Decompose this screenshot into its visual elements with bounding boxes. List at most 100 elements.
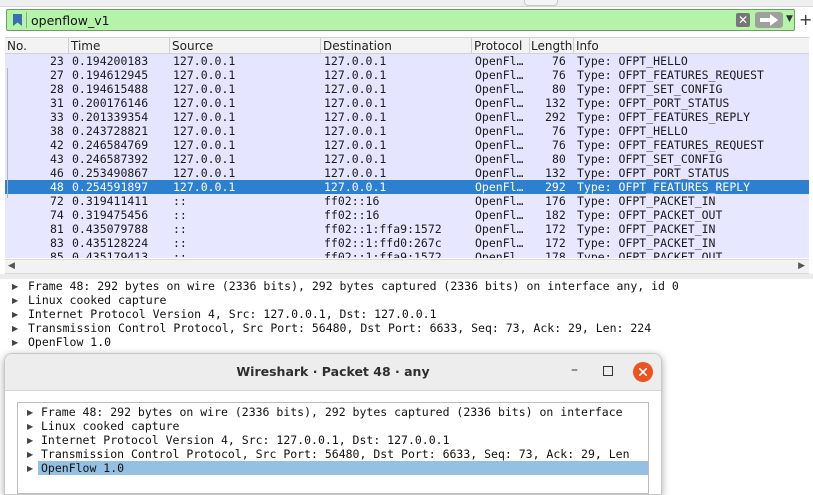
cell-no: 28 (50, 82, 64, 96)
cell-time: 0.435179413 (72, 250, 149, 258)
cell-destination: 127.0.0.1 (324, 96, 387, 110)
packet-details-pane[interactable]: ▶ Frame 48: 292 bytes on wire (2336 bits… (0, 279, 813, 349)
detail-line: Internet Protocol Version 4, Src: 127.0.… (28, 307, 437, 321)
cell-length: 182 (545, 208, 566, 222)
detail-tree-item[interactable]: ▶ Linux cooked capture (18, 419, 648, 433)
expand-arrow-icon[interactable]: ▶ (27, 464, 33, 473)
column-time[interactable]: Time (71, 39, 100, 53)
column-separator[interactable] (320, 38, 321, 53)
expand-arrow-icon[interactable]: ▶ (12, 324, 18, 333)
column-separator[interactable] (471, 38, 472, 53)
packet-row[interactable]: 23 0.194200183 127.0.0.1 127.0.0.1 OpenF… (5, 54, 809, 68)
cell-protocol: OpenFl… (475, 82, 524, 96)
clear-filter-icon[interactable]: ✕ (736, 13, 750, 27)
display-filter-bar[interactable]: openflow_v1 ✕ ▼ (6, 9, 795, 31)
expand-arrow-icon[interactable]: ▶ (12, 296, 18, 305)
packet-row[interactable]: 42 0.246584769 127.0.0.1 127.0.0.1 OpenF… (5, 138, 809, 152)
detail-tree-item[interactable]: ▶ Frame 48: 292 bytes on wire (2336 bits… (18, 405, 648, 419)
column-destination[interactable]: Destination (323, 39, 392, 53)
expand-arrow-icon[interactable]: ▶ (27, 408, 33, 417)
close-window-button[interactable] (633, 362, 653, 382)
packet-row[interactable]: 28 0.194615488 127.0.0.1 127.0.0.1 OpenF… (5, 82, 809, 96)
cell-time: 0.319411411 (72, 194, 149, 208)
column-separator[interactable] (529, 38, 530, 53)
expand-arrow-icon[interactable]: ▶ (12, 338, 18, 347)
expand-arrow-icon[interactable]: ▶ (12, 282, 18, 291)
add-filter-button-icon[interactable]: + (799, 10, 812, 29)
cell-info: Type: OFPT_PORT_STATUS (577, 166, 730, 180)
detail-line: Linux cooked capture (28, 293, 167, 307)
expand-arrow-icon[interactable]: ▶ (27, 436, 33, 445)
detail-tree-item-selected[interactable]: ▶ OpenFlow 1.0 (18, 461, 648, 475)
column-separator[interactable] (573, 38, 574, 53)
cell-time: 0.435079788 (72, 222, 149, 236)
cell-destination: ff02::1:ffa9:1572 (324, 222, 442, 236)
packet-row[interactable]: 85 0.435179413 :: ff02::1:ffa9:1572 Open… (5, 250, 809, 258)
packet-row[interactable]: 31 0.200176146 127.0.0.1 127.0.0.1 OpenF… (5, 96, 809, 110)
cell-no: 74 (50, 208, 64, 222)
cell-time: 0.200176146 (72, 96, 149, 110)
packet-row[interactable]: 83 0.435128224 :: ff02::1:ffd0:267c Open… (5, 236, 809, 250)
detail-tree-item[interactable]: ▶ Internet Protocol Version 4, Src: 127.… (18, 433, 648, 447)
scroll-right-icon[interactable]: ▶ (798, 261, 805, 271)
cell-time: 0.243728821 (72, 124, 149, 138)
detail-tree-item[interactable]: ▶ Transmission Control Protocol, Src Por… (0, 321, 813, 335)
detail-tree-item[interactable]: ▶ Transmission Control Protocol, Src Por… (18, 447, 648, 461)
apply-filter-button[interactable] (755, 12, 783, 28)
window-title: Wireshark · Packet 48 · any (236, 364, 430, 379)
packet-row[interactable]: 27 0.194612945 127.0.0.1 127.0.0.1 OpenF… (5, 68, 809, 82)
cell-time: 0.254591897 (72, 180, 149, 194)
cell-destination: 127.0.0.1 (324, 166, 387, 180)
cell-length: 292 (545, 110, 566, 124)
column-info[interactable]: Info (576, 39, 599, 53)
packet-row[interactable]: 81 0.435079788 :: ff02::1:ffa9:1572 Open… (5, 222, 809, 236)
packet-row[interactable]: 43 0.246587392 127.0.0.1 127.0.0.1 OpenF… (5, 152, 809, 166)
column-no[interactable]: No. (7, 39, 27, 53)
column-separator[interactable] (68, 38, 69, 53)
expand-arrow-icon[interactable]: ▶ (27, 450, 33, 459)
column-source[interactable]: Source (172, 39, 213, 53)
packet-row[interactable]: 46 0.253490867 127.0.0.1 127.0.0.1 OpenF… (5, 166, 809, 180)
cell-length: 76 (552, 138, 566, 152)
cell-length: 80 (552, 152, 566, 166)
cell-length: 178 (545, 250, 566, 258)
scroll-left-icon[interactable]: ◀ (8, 261, 15, 271)
expand-arrow-icon[interactable]: ▶ (27, 422, 33, 431)
detail-tree-item[interactable]: ▶ Internet Protocol Version 4, Src: 127.… (0, 307, 813, 321)
cell-no: 72 (50, 194, 64, 208)
packet-row[interactable]: 33 0.201339354 127.0.0.1 127.0.0.1 OpenF… (5, 110, 809, 124)
packet-list[interactable]: 23 0.194200183 127.0.0.1 127.0.0.1 OpenF… (5, 54, 809, 258)
cell-destination: 127.0.0.1 (324, 152, 387, 166)
detail-tree-item[interactable]: ▶ OpenFlow 1.0 (0, 335, 813, 349)
cell-source: :: (173, 222, 187, 236)
column-separator[interactable] (169, 38, 170, 53)
packet-row[interactable]: 72 0.319411411 :: ff02::16 OpenFl… 176 T… (5, 194, 809, 208)
cell-destination: 127.0.0.1 (324, 110, 387, 124)
horizontal-scrollbar[interactable]: ◀ ▶ (5, 259, 809, 274)
packet-row[interactable]: 74 0.319475456 :: ff02::16 OpenFl… 182 T… (5, 208, 809, 222)
packet-window-tree[interactable]: ▶ Frame 48: 292 bytes on wire (2336 bits… (17, 402, 649, 494)
detail-tree-item[interactable]: ▶ Linux cooked capture (0, 293, 813, 307)
cell-no: 27 (50, 68, 64, 82)
column-length[interactable]: Length (531, 39, 572, 53)
cell-destination: 127.0.0.1 (324, 138, 387, 152)
expand-arrow-icon[interactable]: ▶ (12, 310, 18, 319)
bookmark-icon[interactable] (10, 12, 27, 28)
cell-no: 38 (50, 124, 64, 138)
cell-length: 76 (552, 54, 566, 68)
toolbar-button[interactable] (524, 0, 558, 6)
filter-history-dropdown-icon[interactable]: ▼ (786, 14, 793, 24)
maximize-icon[interactable] (603, 366, 613, 376)
packet-list-header: No. Time Source Destination Protocol Len… (5, 37, 809, 54)
window-titlebar[interactable]: Wireshark · Packet 48 · any – (5, 354, 661, 391)
filter-input[interactable]: openflow_v1 (31, 13, 110, 28)
packet-row[interactable]: 38 0.243728821 127.0.0.1 127.0.0.1 OpenF… (5, 124, 809, 138)
packet-row-selected[interactable]: 48 0.254591897 127.0.0.1 127.0.0.1 OpenF… (5, 180, 809, 194)
cell-info: Type: OFPT_PACKET_OUT (577, 250, 723, 258)
minimize-icon[interactable]: – (571, 362, 578, 378)
detail-tree-item[interactable]: ▶ Frame 48: 292 bytes on wire (2336 bits… (0, 279, 813, 293)
cell-length: 132 (545, 96, 566, 110)
cell-info: Type: OFPT_FEATURES_REPLY (577, 110, 751, 124)
column-protocol[interactable]: Protocol (474, 39, 522, 53)
cell-protocol: OpenFl… (475, 236, 524, 250)
